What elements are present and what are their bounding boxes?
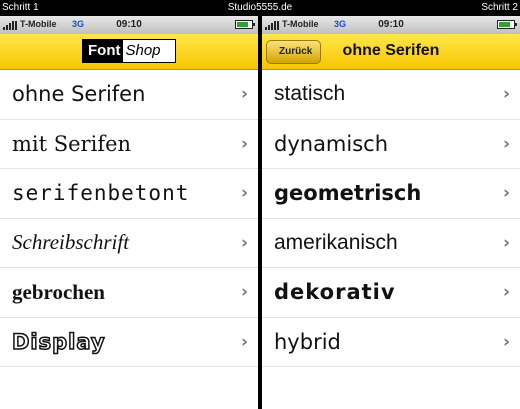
list-item-label: ohne Serifen — [12, 82, 146, 107]
chevron-right-icon: › — [240, 232, 248, 253]
category-list: ohne Serifen › mit Serifen › serifenbeto… — [0, 70, 258, 367]
list-item-ohne-serifen[interactable]: ohne Serifen › — [0, 70, 258, 120]
caption-bar: Schritt 1 Studio5555.de Schritt 2 — [0, 0, 520, 16]
list-item-schreibschrift[interactable]: Schreibschrift › — [0, 218, 258, 268]
chevron-right-icon: › — [502, 282, 510, 302]
screen-step-1: T-Mobile 3G 09:10 Font Shop ohne Serifen… — [0, 16, 258, 409]
list-item-label: mit Serifen — [12, 131, 132, 156]
chevron-right-icon: › — [502, 183, 510, 203]
chevron-right-icon: › — [240, 331, 248, 352]
fontshop-logo: Font Shop — [82, 39, 176, 63]
chevron-right-icon: › — [502, 331, 510, 352]
list-item-serifenbetont[interactable]: serifenbetont › — [0, 169, 258, 219]
list-item-hybrid[interactable]: hybrid › — [262, 317, 520, 367]
list-item-display[interactable]: Display › — [0, 317, 258, 367]
list-item-label: dynamisch — [274, 131, 389, 156]
list-item-gebrochen[interactable]: gebrochen › — [0, 268, 258, 318]
chevron-right-icon: › — [502, 133, 510, 154]
list-item-geometrisch[interactable]: geometrisch › — [262, 169, 520, 219]
list-item-label: geometrisch — [274, 181, 422, 206]
clock: 09:10 — [378, 19, 404, 30]
list-item-dynamisch[interactable]: dynamisch › — [262, 119, 520, 169]
clock: 09:10 — [116, 19, 142, 30]
nav-bar: Font Shop — [0, 34, 258, 70]
list-item-statisch[interactable]: statisch › — [262, 70, 520, 120]
battery-icon — [235, 20, 255, 29]
chevron-right-icon: › — [502, 84, 510, 104]
battery-icon — [497, 20, 517, 29]
list-item-label: dekorativ — [274, 280, 396, 305]
list-item-label: statisch — [274, 82, 346, 106]
chevron-right-icon: › — [240, 133, 248, 154]
status-bar: T-Mobile 3G 09:10 — [0, 16, 258, 34]
subcategory-list: statisch › dynamisch › geometrisch › ame… — [262, 70, 520, 367]
caption-site: Studio5555.de — [227, 2, 293, 13]
list-item-amerikanisch[interactable]: amerikanisch › — [262, 218, 520, 268]
list-item-label: Display — [11, 329, 106, 355]
list-item-label: hybrid — [274, 329, 341, 354]
list-item-label: Schreibschrift — [12, 230, 130, 255]
chevron-right-icon: › — [240, 84, 248, 104]
list-item-label: amerikanisch — [274, 230, 398, 254]
caption-step-2: Schritt 2 — [481, 2, 518, 13]
list-item-dekorativ[interactable]: dekorativ › — [262, 268, 520, 318]
list-item-label: gebrochen — [12, 279, 105, 304]
list-item-mit-serifen[interactable]: mit Serifen › — [0, 119, 258, 169]
screen-step-2: T-Mobile 3G 09:10 Zurück ohne Serifen st… — [262, 16, 520, 409]
nav-bar: Zurück ohne Serifen — [262, 34, 520, 70]
chevron-right-icon: › — [502, 232, 510, 253]
logo-shop-part: Shop — [123, 40, 175, 62]
chevron-right-icon: › — [240, 282, 248, 302]
logo-font-part: Font — [83, 40, 124, 62]
status-bar: T-Mobile 3G 09:10 — [262, 16, 520, 34]
chevron-right-icon: › — [240, 183, 248, 203]
page-title: ohne Serifen — [342, 42, 440, 59]
list-item-label: serifenbetont — [12, 181, 190, 206]
